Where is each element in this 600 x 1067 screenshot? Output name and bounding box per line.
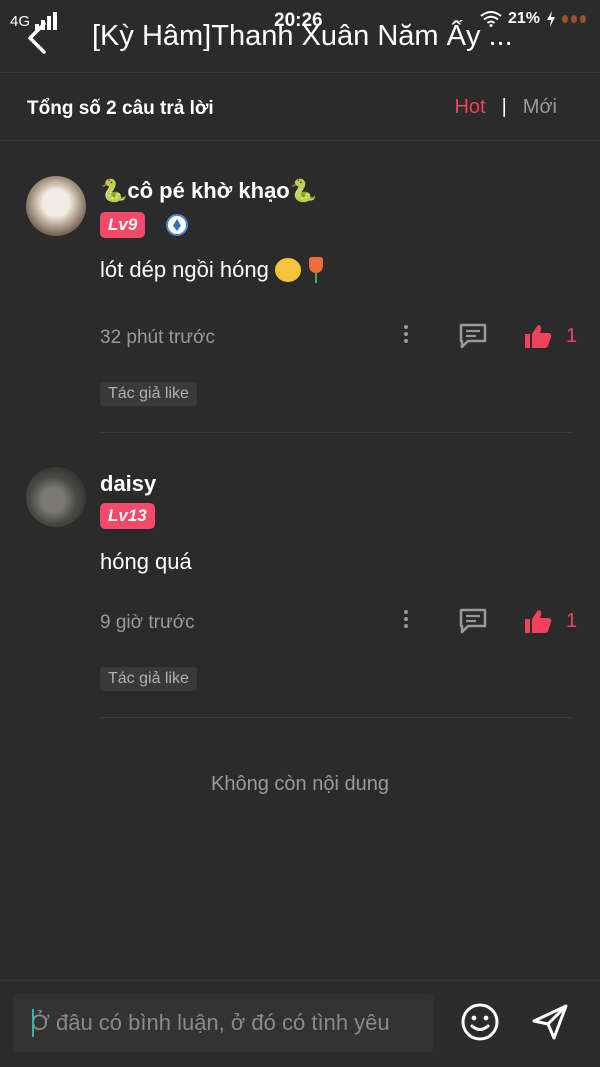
reply-icon[interactable] [458,322,488,350]
page-title: [Kỳ Hâm]Thanh Xuân Năm Ấy ... [92,20,513,52]
comment-timestamp: 32 phút trước [100,327,215,348]
tulip-emoji-icon [307,257,325,283]
composer-divider [0,980,600,981]
comment-text: hóng quá [100,549,192,575]
thumbs-up-icon [525,610,552,633]
tab-hot[interactable]: Hot [454,96,485,119]
comment-divider [100,717,573,718]
level-badge: Lv9 [100,212,146,238]
send-icon[interactable] [530,1002,570,1042]
subheader-divider [0,140,600,141]
comment-text: lót dép ngồi hóng [100,257,325,283]
answers-summary-bar: Tổng số 2 câu trả lời Hot | Mới [27,96,573,122]
total-answers-count: Tổng số 2 câu trả lời [27,98,214,119]
comments-screen: 4G 20:26 21% [Kỳ Hâm]Thanh Xuân Năm Ấy .… [0,0,600,1067]
comment-body: hóng quá [100,549,192,574]
end-of-list-text: Không còn nội dung [211,773,389,795]
comment-input[interactable] [13,994,433,1052]
more-options-icon[interactable] [400,607,412,635]
comment-username[interactable]: 🐍cô pé khờ khạo🐍 [100,178,317,204]
level-badge: Lv13 [100,503,155,529]
sort-tabs: Hot | Mới [454,96,557,119]
tab-new[interactable]: Mới [523,96,557,119]
app-header: [Kỳ Hâm]Thanh Xuân Năm Ấy ... [0,10,600,70]
like-count: 1 [566,609,578,632]
sort-separator: | [501,96,507,118]
more-options-icon[interactable] [400,322,412,350]
thumbs-up-icon [525,325,552,348]
back-arrow-icon[interactable] [22,20,54,56]
comment-divider [100,432,573,433]
header-divider [0,72,600,73]
comment-username[interactable]: daisy [100,471,156,497]
verified-diamond-icon [166,214,188,236]
like-button[interactable]: 1 [524,607,577,635]
reply-icon[interactable] [458,607,488,635]
like-button[interactable]: 1 [524,322,577,350]
emoji-icon[interactable] [460,1002,500,1042]
avatar[interactable] [26,176,86,236]
comment-timestamp: 9 giờ trước [100,612,195,633]
author-liked-tag: Tác giả like [100,382,197,406]
comment-body: lót dép ngồi hóng [100,257,269,282]
comment-input-box[interactable] [13,994,433,1052]
text-cursor [32,1009,34,1037]
avatar[interactable] [26,467,86,527]
like-count: 1 [566,324,578,347]
author-liked-tag: Tác giả like [100,667,197,691]
smiling-emoji-icon [274,258,301,282]
